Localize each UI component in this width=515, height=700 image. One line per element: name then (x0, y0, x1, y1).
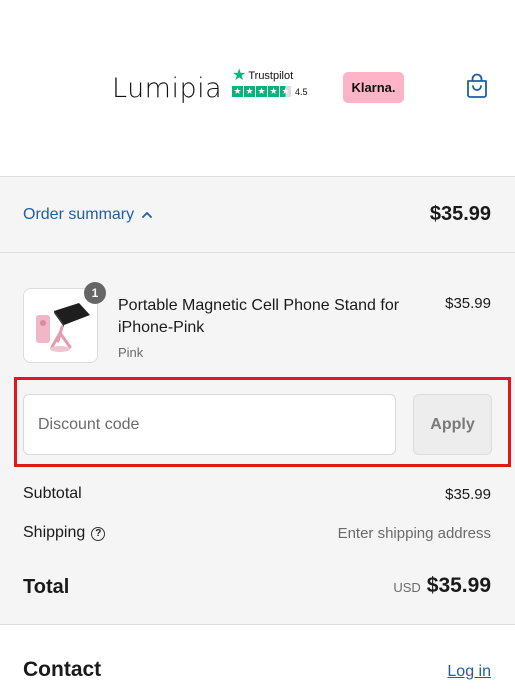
total-value: USD $35.99 (393, 574, 491, 598)
store-logo[interactable]: Lumipia (112, 73, 222, 104)
order-summary-label: Order summary (23, 206, 135, 223)
shipping-row: Shipping? (23, 524, 106, 542)
store-header: Lumipia ★ Trustpilot ★ ★ ★ ★ ★ 4.5 Klarn… (0, 0, 515, 176)
subtotal-label: Subtotal (23, 485, 82, 502)
shipping-label: Shipping (23, 524, 86, 541)
star-icon: ★ (268, 86, 279, 97)
klarna-badge: Klarna. (343, 72, 404, 103)
contact-section: Contact Log in (0, 625, 515, 700)
total-label: Total (23, 576, 70, 598)
trustpilot-score: 4.5 (295, 86, 308, 97)
order-summary-total: $35.99 (429, 203, 491, 225)
trustpilot-label: Trustpilot (248, 70, 294, 82)
subtotal-value: $35.99 (445, 486, 491, 503)
half-star-icon: ★ (280, 86, 291, 97)
apply-discount-button[interactable]: Apply (413, 394, 492, 455)
trustpilot-star-icon: ★ (232, 67, 247, 84)
quantity-badge: 1 (84, 282, 106, 304)
order-summary-toggle[interactable]: Order summary (23, 206, 153, 224)
product-title: Portable Magnetic Cell Phone Stand for i… (118, 297, 400, 336)
currency-code: USD (393, 580, 421, 595)
product-price: $35.99 (445, 295, 491, 312)
shipping-value: Enter shipping address (337, 525, 491, 542)
star-icon: ★ (232, 86, 243, 97)
trustpilot-stars: ★ ★ ★ ★ ★ (232, 86, 291, 97)
star-icon: ★ (256, 86, 267, 97)
order-summary-bar: Order summary $35.99 (0, 176, 515, 253)
login-link[interactable]: Log in (447, 663, 491, 681)
trustpilot-badge: ★ Trustpilot ★ ★ ★ ★ ★ 4.5 (232, 67, 324, 107)
order-details: 1 Portable Magnetic Cell Phone Stand for… (0, 253, 515, 625)
star-icon: ★ (244, 86, 255, 97)
contact-title: Contact (23, 658, 102, 681)
product-variant: Pink (118, 345, 144, 360)
shopping-bag-icon[interactable] (465, 73, 489, 99)
discount-code-input[interactable] (23, 394, 396, 455)
total-amount: $35.99 (426, 574, 491, 597)
chevron-up-icon (142, 212, 153, 218)
help-icon[interactable]: ? (91, 527, 106, 541)
